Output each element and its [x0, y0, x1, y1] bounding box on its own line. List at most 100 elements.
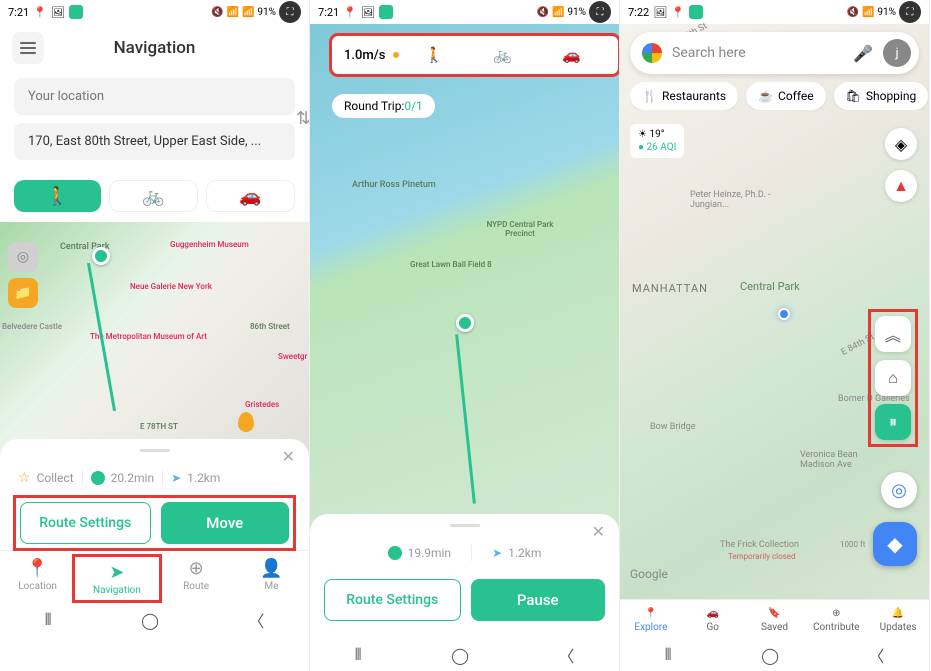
- map-poi: NYPD Central Park Precinct: [480, 220, 560, 238]
- swap-icon[interactable]: ⇅: [296, 108, 310, 129]
- map-poi: Sweetgr: [278, 352, 307, 361]
- collect-button[interactable]: ☆Collect: [18, 470, 74, 486]
- app-status-icon: [69, 5, 83, 19]
- pin-icon: 📍: [645, 608, 657, 619]
- category-chips: 🍴Restaurants ☕Coffee 🛍Shopping: [630, 82, 929, 110]
- home-button[interactable]: ◯: [761, 646, 779, 665]
- divider: [471, 545, 472, 561]
- nav-me[interactable]: 👤Me: [234, 557, 309, 600]
- layers-button[interactable]: ◈: [885, 128, 917, 160]
- nav-updates[interactable]: 🔔Updates: [867, 608, 929, 633]
- close-button[interactable]: ✕: [592, 522, 605, 541]
- panel-handle[interactable]: [140, 449, 170, 452]
- bell-icon: 🔔: [892, 608, 904, 619]
- back-button[interactable]: 〈: [248, 608, 264, 632]
- status-bar: 7:21 📍 🖼 🔇 📶 📶 91% ⛶: [0, 0, 309, 24]
- chip-restaurants[interactable]: 🍴Restaurants: [630, 82, 738, 110]
- back-button[interactable]: 〈: [868, 643, 884, 667]
- map-view[interactable]: ◎ 📁 Central Park Guggenheim Museum Neue …: [0, 222, 309, 457]
- round-trip-indicator[interactable]: Round Trip:0/1: [332, 94, 435, 118]
- recent-button[interactable]: ⦀: [45, 610, 52, 630]
- system-nav: ⦀ ◯ 〈: [310, 639, 619, 671]
- map-poi: Gristedes: [245, 400, 279, 409]
- nav-navigation[interactable]: ➤Navigation: [75, 557, 158, 600]
- home-fab-button[interactable]: ⌂: [875, 360, 911, 396]
- star-icon: ☆: [18, 470, 31, 486]
- screen-google-maps: MANHATTAN Central Park Peter Heinze, Ph.…: [620, 0, 930, 671]
- route-settings-button[interactable]: Route Settings: [324, 579, 461, 621]
- nav-explore[interactable]: 📍Explore: [620, 608, 682, 633]
- directions-icon: ◆: [887, 532, 902, 556]
- image-icon: 🖼: [361, 6, 375, 19]
- bottom-nav: 📍Explore 🚗Go 🔖Saved ⊕Contribute 🔔Updates: [620, 599, 929, 639]
- location-pin-icon: 📍: [26, 557, 48, 579]
- battery-label: 91%: [257, 7, 276, 18]
- directions-button[interactable]: ◆: [873, 522, 917, 566]
- nav-route[interactable]: ⊕Route: [159, 557, 234, 600]
- nav-location[interactable]: 📍Location: [0, 557, 75, 600]
- nav-contribute[interactable]: ⊕Contribute: [805, 608, 867, 633]
- nav-saved[interactable]: 🔖Saved: [744, 608, 806, 633]
- search-placeholder: Search here: [672, 45, 843, 61]
- profile-icon: 👤: [260, 557, 282, 579]
- chip-coffee[interactable]: ☕Coffee: [746, 82, 826, 110]
- plus-icon: ⊕: [832, 608, 840, 619]
- weather-chip[interactable]: ☀ 19° ● 26 AQI: [630, 124, 684, 158]
- bottom-nav: 📍Location ➤Navigation ⊕Route 👤Me: [0, 550, 309, 604]
- from-input[interactable]: [14, 78, 295, 115]
- collapse-button[interactable]: ︽: [875, 316, 911, 352]
- mic-icon[interactable]: 🎤: [853, 44, 873, 63]
- map-folder-button[interactable]: 📁: [8, 278, 38, 308]
- status-bar: 7:22 🖼 📍 🔇 📶 91% ⛶: [620, 0, 929, 24]
- action-buttons: Route Settings Move: [14, 496, 295, 550]
- screenshot-button[interactable]: ⛶: [589, 1, 611, 23]
- chevron-up-icon: ︽: [885, 322, 901, 346]
- recent-button[interactable]: ⦀: [355, 645, 362, 665]
- route-inputs: 170, East 80th Street, Upper East Side, …: [0, 72, 309, 174]
- move-button[interactable]: Move: [161, 502, 290, 544]
- screenshot-button[interactable]: ⛶: [279, 1, 301, 23]
- mode-bike-button[interactable]: 🚲: [109, 180, 198, 212]
- locate-me-button[interactable]: ◎: [881, 472, 917, 508]
- panel-handle[interactable]: [450, 524, 480, 527]
- distance-stat: ➤1.2km: [171, 471, 220, 485]
- recent-button[interactable]: ⦀: [665, 645, 672, 665]
- header: Navigation: [0, 24, 309, 72]
- screenshot-button[interactable]: ⛶: [899, 1, 921, 23]
- fork-knife-icon: 🍴: [642, 89, 657, 103]
- speed-bar[interactable]: 1.0m/s 🚶 🚲 🚗: [332, 36, 618, 74]
- close-button[interactable]: ✕: [282, 447, 295, 466]
- current-location-dot: [778, 308, 790, 320]
- system-nav: ⦀ ◯ 〈: [620, 639, 929, 671]
- app-status-icon: [689, 5, 703, 19]
- to-input[interactable]: 170, East 80th Street, Upper East Side, …: [14, 123, 295, 160]
- chip-shopping[interactable]: 🛍Shopping: [834, 82, 929, 110]
- clock-icon: [91, 471, 105, 485]
- search-bar[interactable]: Search here 🎤 j: [630, 32, 919, 74]
- nav-go[interactable]: 🚗Go: [682, 608, 744, 633]
- walk-icon[interactable]: 🚶: [425, 46, 444, 64]
- wifi-icon: 📶: [552, 7, 564, 18]
- arrow-icon: ➤: [171, 471, 181, 485]
- location-icon: 📍: [671, 6, 685, 19]
- compass-button[interactable]: ▲: [885, 170, 917, 202]
- route-settings-button[interactable]: Route Settings: [20, 502, 151, 544]
- mute-icon: 🔇: [847, 7, 859, 18]
- pause-fab-button[interactable]: ⏸: [875, 404, 911, 440]
- home-button[interactable]: ◯: [451, 646, 469, 665]
- bottom-panel: ✕ 19.9min ➤1.2km Route Settings Pause: [310, 514, 619, 639]
- scale-label: 1000 ft: [840, 540, 865, 549]
- distance-stat: ➤1.2km: [492, 546, 541, 560]
- app-status-icon: [379, 5, 393, 19]
- mode-walk-button[interactable]: 🚶: [14, 180, 101, 212]
- back-button[interactable]: 〈: [558, 643, 574, 667]
- mute-icon: 🔇: [211, 7, 223, 18]
- mode-car-button[interactable]: 🚗: [206, 180, 295, 212]
- home-button[interactable]: ◯: [141, 611, 159, 630]
- pause-button[interactable]: Pause: [471, 579, 606, 621]
- avatar[interactable]: j: [883, 39, 911, 67]
- bike-icon[interactable]: 🚲: [493, 46, 512, 64]
- map-poi: Veronica Bean Madison Ave: [800, 450, 880, 470]
- map-layer-button[interactable]: ◎: [8, 242, 38, 272]
- car-icon[interactable]: 🚗: [562, 46, 581, 64]
